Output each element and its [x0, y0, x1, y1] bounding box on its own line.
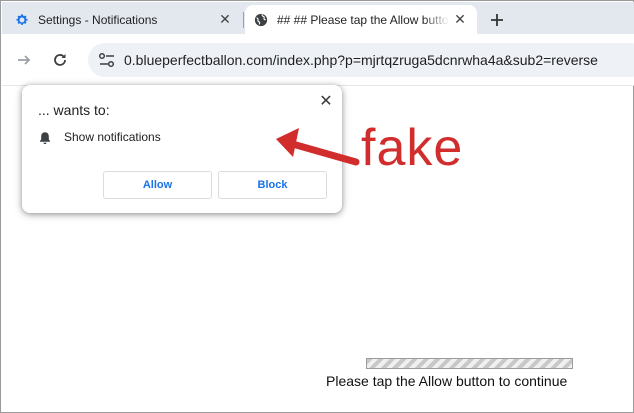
- notification-permission-prompt: ... wants to: ✕ Show notifications Allow…: [22, 85, 342, 213]
- close-icon[interactable]: ✕: [214, 9, 236, 31]
- address-bar[interactable]: 0.blueperfectballon.com/index.php?p=mjrt…: [88, 43, 634, 77]
- bell-icon: [40, 132, 50, 145]
- plus-icon: [491, 14, 503, 26]
- tab-separator: [243, 12, 244, 28]
- reload-button[interactable]: [49, 49, 71, 71]
- tab-settings-notifications[interactable]: Settings - Notifications ✕: [6, 5, 242, 34]
- browser-window: Settings - Notifications ✕ ## ## Please …: [0, 0, 634, 413]
- progress-bar: [366, 358, 573, 369]
- tab-strip: Settings - Notifications ✕ ## ## Please …: [2, 2, 634, 34]
- progress-bar-fill: [367, 359, 572, 368]
- new-tab-button[interactable]: [485, 8, 509, 32]
- close-icon[interactable]: ✕: [316, 91, 336, 111]
- annotation-label: fake: [361, 119, 464, 177]
- continue-instruction: Please tap the Allow button to continue: [326, 373, 568, 389]
- url-text: 0.blueperfectballon.com/index.php?p=mjrt…: [124, 52, 598, 68]
- toolbar: 0.blueperfectballon.com/index.php?p=mjrt…: [2, 34, 634, 86]
- tab-title: ## ## Please tap the Allow button to con…: [277, 12, 449, 27]
- permission-text: Show notifications: [64, 130, 161, 144]
- tab-title: Settings - Notifications: [38, 12, 158, 27]
- globe-icon: [254, 13, 268, 26]
- site-info-icon[interactable]: [98, 52, 116, 68]
- arrow-right-icon: [18, 55, 31, 65]
- allow-button[interactable]: Allow: [103, 171, 212, 199]
- prompt-title: ... wants to:: [38, 102, 110, 118]
- tab-please-tap-allow[interactable]: ## ## Please tap the Allow button to con…: [245, 5, 477, 34]
- reload-icon: [54, 54, 66, 66]
- block-button[interactable]: Block: [218, 171, 327, 199]
- gear-icon: [16, 13, 28, 25]
- forward-button[interactable]: [13, 49, 35, 71]
- close-icon[interactable]: ✕: [449, 9, 471, 31]
